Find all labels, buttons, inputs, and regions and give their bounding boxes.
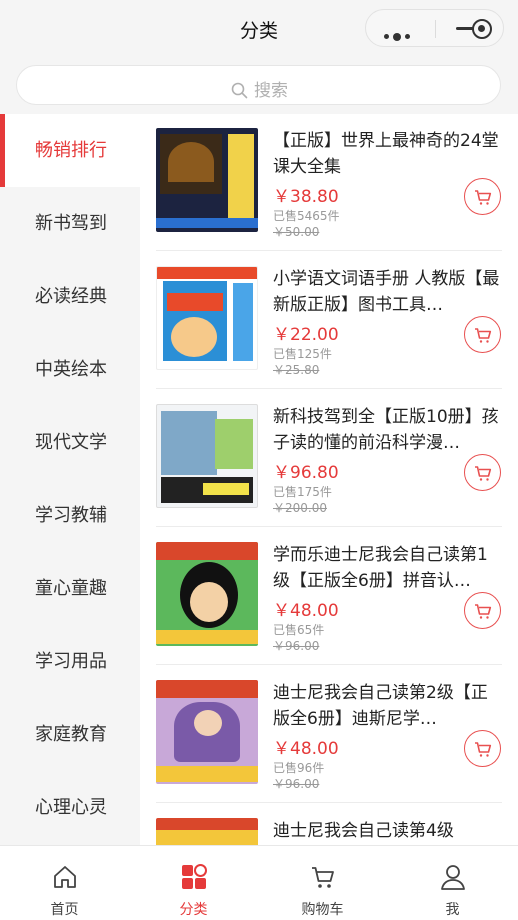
tab-label: 我 xyxy=(445,902,460,918)
product-image[interactable] xyxy=(156,818,258,845)
product-item[interactable]: 迪士尼我会自己读第2级【正版全6册】迪斯尼学… ￥48.00 已售96件 ￥96… xyxy=(156,666,502,803)
more-icon[interactable] xyxy=(384,26,416,41)
product-original-price: ￥96.00 xyxy=(273,777,320,791)
category-item-modern-literature[interactable]: 现代文学 xyxy=(0,406,140,479)
category-item-new-books[interactable]: 新书驾到 xyxy=(0,187,140,260)
add-to-cart-button[interactable] xyxy=(464,178,501,215)
product-title[interactable]: 【正版】世界上最神奇的24堂课大全集 xyxy=(273,128,502,180)
add-to-cart-button[interactable] xyxy=(464,454,501,491)
product-original-price: ￥50.00 xyxy=(273,225,320,239)
search-icon xyxy=(231,82,248,99)
category-item-childlike-fun[interactable]: 童心童趣 xyxy=(0,552,140,625)
tab-home[interactable]: 首页 xyxy=(0,846,129,920)
product-item[interactable]: 新科技驾到全【正版10册】孩子读的懂的前沿科学漫… ￥96.80 已售175件 … xyxy=(156,390,502,527)
tab-me[interactable]: 我 xyxy=(388,846,517,920)
product-title[interactable]: 小学语文词语手册 人教版【最新版正版】图书工具… xyxy=(273,266,502,318)
capsule-divider xyxy=(435,20,436,38)
category-item-picture-books[interactable]: 中英绘本 xyxy=(0,333,140,406)
user-icon xyxy=(440,865,465,890)
product-item[interactable]: 【正版】世界上最神奇的24堂课大全集 ￥38.80 已售5465件 ￥50.00 xyxy=(156,114,502,251)
cart-icon xyxy=(475,742,492,757)
tab-label: 分类 xyxy=(179,902,208,918)
search-input[interactable]: 搜索 xyxy=(16,65,501,105)
product-sold-count: 已售125件 xyxy=(273,347,332,361)
product-sold-count: 已售5465件 xyxy=(273,209,340,223)
product-original-price: ￥96.00 xyxy=(273,639,320,653)
category-item-study-aids[interactable]: 学习教辅 xyxy=(0,479,140,552)
close-target-icon[interactable] xyxy=(472,19,492,39)
tab-label: 首页 xyxy=(50,902,79,918)
search-placeholder: 搜索 xyxy=(254,81,288,101)
mini-program-capsule xyxy=(365,9,504,47)
category-item-classics[interactable]: 必读经典 xyxy=(0,260,140,333)
cart-icon xyxy=(475,328,492,343)
category-sidebar: 畅销排行 新书驾到 必读经典 中英绘本 现代文学 学习教辅 童心童趣 学习用品 … xyxy=(0,114,140,845)
tab-category[interactable]: 分类 xyxy=(129,846,258,920)
product-image[interactable] xyxy=(156,266,258,370)
product-image[interactable] xyxy=(156,680,258,784)
add-to-cart-button[interactable] xyxy=(464,592,501,629)
product-item[interactable]: 小学语文词语手册 人教版【最新版正版】图书工具… ￥22.00 已售125件 ￥… xyxy=(156,252,502,389)
product-image[interactable] xyxy=(156,542,258,646)
category-item-psychology[interactable]: 心理心灵 xyxy=(0,771,140,844)
category-item-family-education[interactable]: 家庭教育 xyxy=(0,698,140,771)
product-original-price: ￥25.80 xyxy=(273,363,320,377)
nav-bar: 分类 xyxy=(0,0,518,56)
home-icon xyxy=(53,866,76,888)
cart-icon xyxy=(475,190,492,205)
product-image[interactable] xyxy=(156,404,258,508)
tab-label: 购物车 xyxy=(301,902,344,918)
category-icon xyxy=(181,864,207,889)
add-to-cart-button[interactable] xyxy=(464,316,501,353)
product-item[interactable]: 学而乐迪士尼我会自己读第1级【正版全6册】拼音认… ￥48.00 已售65件 ￥… xyxy=(156,528,502,665)
tab-cart[interactable]: 购物车 xyxy=(258,846,387,920)
product-title[interactable]: 迪士尼我会自己读第4级 xyxy=(273,818,502,845)
product-original-price: ￥200.00 xyxy=(273,501,327,515)
category-item-stationery[interactable]: 学习用品 xyxy=(0,625,140,698)
cart-icon xyxy=(311,867,334,888)
search-bar: 搜索 xyxy=(0,56,518,114)
product-title[interactable]: 学而乐迪士尼我会自己读第1级【正版全6册】拼音认… xyxy=(273,542,502,594)
product-sold-count: 已售175件 xyxy=(273,485,332,499)
product-title[interactable]: 迪士尼我会自己读第2级【正版全6册】迪斯尼学… xyxy=(273,680,502,732)
product-list: 【正版】世界上最神奇的24堂课大全集 ￥38.80 已售5465件 ￥50.00… xyxy=(140,114,518,845)
product-image[interactable] xyxy=(156,128,258,232)
product-item[interactable]: 迪士尼我会自己读第4级 xyxy=(156,804,502,845)
product-title[interactable]: 新科技驾到全【正版10册】孩子读的懂的前沿科学漫… xyxy=(273,404,502,456)
cart-icon xyxy=(475,466,492,481)
bottom-tab-bar: 首页 分类 购物车 我 xyxy=(0,845,518,920)
product-sold-count: 已售96件 xyxy=(273,761,325,775)
category-item-bestseller[interactable]: 畅销排行 xyxy=(0,114,140,187)
add-to-cart-button[interactable] xyxy=(464,730,501,767)
cart-icon xyxy=(475,604,492,619)
product-sold-count: 已售65件 xyxy=(273,623,325,637)
